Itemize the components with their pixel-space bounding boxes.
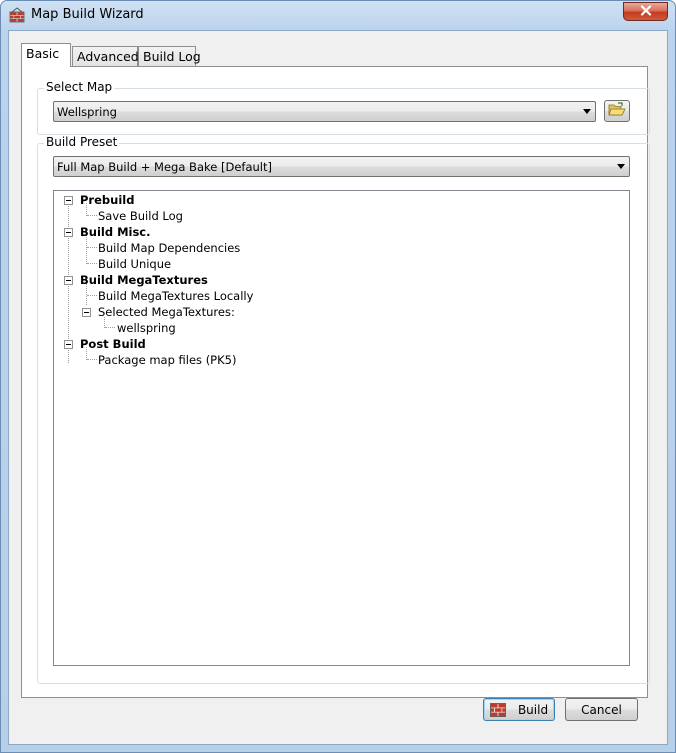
build-preset-value: Full Map Build + Mega Bake [Default] xyxy=(57,160,272,174)
cancel-button-label: Cancel xyxy=(581,702,622,717)
tree-item-build-megatextures[interactable]: Build MegaTextures xyxy=(80,272,208,288)
build-preset-group: Build Preset Full Map Build + Mega Bake … xyxy=(37,135,650,684)
tab-build-log[interactable]: Build Log xyxy=(138,46,201,66)
select-map-label: Select Map xyxy=(44,80,115,94)
collapse-toggle[interactable] xyxy=(64,196,73,205)
chevron-down-icon xyxy=(583,109,591,114)
collapse-toggle[interactable] xyxy=(82,308,91,317)
brick-wall-icon xyxy=(490,702,506,717)
tab-label: Advanced xyxy=(77,49,139,64)
chevron-down-icon xyxy=(617,164,625,169)
tree-item-wellspring[interactable]: wellspring xyxy=(117,320,176,336)
tree-connector xyxy=(105,327,115,328)
tree-connector xyxy=(87,295,97,296)
tree-item-build-misc[interactable]: Build Misc. xyxy=(80,224,151,240)
title-bar[interactable]: Map Build Wizard xyxy=(1,1,675,29)
wizard-window: Map Build Wizard Basic Advanced Build Lo… xyxy=(0,0,676,753)
close-button[interactable] xyxy=(623,2,668,21)
client-area: Basic Advanced Build Log Select Map Well… xyxy=(8,30,668,745)
tab-basic[interactable]: Basic xyxy=(21,43,71,67)
window-title: Map Build Wizard xyxy=(31,7,144,22)
brick-wall-icon xyxy=(9,7,25,23)
tree-item-prebuild[interactable]: Prebuild xyxy=(80,192,134,208)
close-icon xyxy=(640,4,652,19)
build-preset-combo[interactable]: Full Map Build + Mega Bake [Default] xyxy=(53,156,630,177)
select-map-combo[interactable]: Wellspring xyxy=(53,101,596,122)
build-steps-tree[interactable]: Prebuild Save Build Log Build Misc. Buil… xyxy=(53,190,630,666)
tree-connector xyxy=(87,263,97,264)
tree-connector xyxy=(87,215,97,216)
tree-item-build-unique[interactable]: Build Unique xyxy=(98,256,171,272)
browse-map-button[interactable] xyxy=(604,100,630,122)
build-button[interactable]: Build xyxy=(483,698,555,721)
tree-connector xyxy=(87,359,97,360)
basic-tab-panel: Select Map Wellspring Build Preset Full … xyxy=(21,66,650,698)
collapse-toggle[interactable] xyxy=(64,340,73,349)
build-button-label: Build xyxy=(517,702,549,717)
build-preset-label: Build Preset xyxy=(44,135,120,149)
tree-item-save-build-log[interactable]: Save Build Log xyxy=(98,208,183,224)
tree-item-post-build[interactable]: Post Build xyxy=(80,336,146,352)
collapse-toggle[interactable] xyxy=(64,228,73,237)
tree-item-build-map-dependencies[interactable]: Build Map Dependencies xyxy=(98,240,240,256)
tree-item-package-map-files[interactable]: Package map files (PK5) xyxy=(98,352,236,368)
tree-connector xyxy=(87,247,97,248)
tab-label: Build Log xyxy=(143,49,201,64)
select-map-group: Select Map Wellspring xyxy=(37,80,650,135)
tab-label: Basic xyxy=(26,46,60,61)
cancel-button[interactable]: Cancel xyxy=(565,698,638,721)
tab-advanced[interactable]: Advanced xyxy=(72,46,139,66)
tree-item-selected-megatextures[interactable]: Selected MegaTextures: xyxy=(98,304,235,320)
open-folder-icon xyxy=(608,102,626,120)
tree-item-build-megatextures-locally[interactable]: Build MegaTextures Locally xyxy=(98,288,253,304)
collapse-toggle[interactable] xyxy=(64,276,73,285)
select-map-value: Wellspring xyxy=(57,105,117,119)
